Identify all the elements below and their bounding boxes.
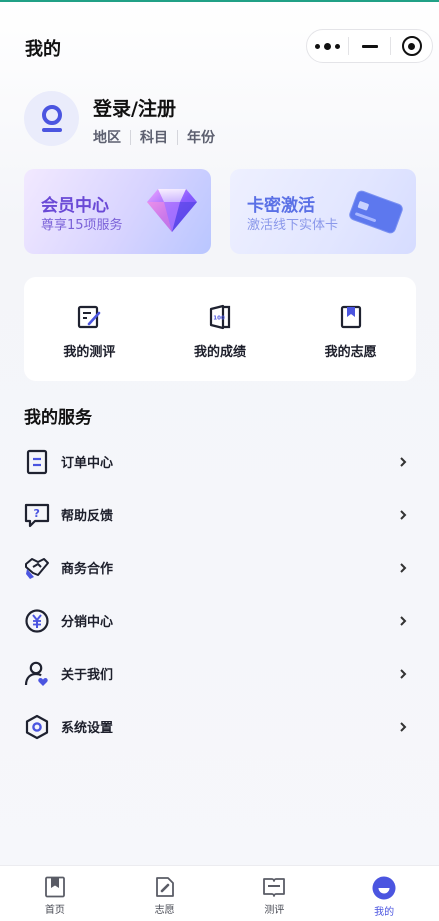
- quick-actions-panel: 我的测评 100 我的成绩 我的志愿: [24, 277, 416, 381]
- more-button[interactable]: [307, 30, 348, 62]
- service-item-orders[interactable]: 订单中心: [0, 435, 439, 488]
- key-card-subtitle: 激活线下实体卡: [247, 218, 339, 233]
- tab-evaluation[interactable]: 测评: [220, 866, 330, 921]
- my-wish-label: 我的志愿: [324, 345, 377, 360]
- my-score-label: 我的成绩: [194, 345, 247, 360]
- profile-tags: 地区 科目 年份: [93, 127, 215, 147]
- tab-label: 测评: [264, 905, 285, 916]
- my-evaluation-label: 我的测评: [63, 345, 116, 360]
- bookmark-icon: [340, 305, 361, 329]
- minimize-button[interactable]: [349, 30, 390, 62]
- user-avatar-icon: [41, 104, 62, 132]
- yen-coin-icon: [24, 608, 50, 634]
- hexagon-settings-icon: [24, 714, 50, 740]
- vip-center-card[interactable]: 会员中心 尊享15项服务: [24, 169, 211, 254]
- service-label: 商务合作: [61, 562, 114, 577]
- year-tag[interactable]: 年份: [187, 127, 215, 147]
- key-card-title: 卡密激活: [247, 196, 315, 216]
- login-register-link[interactable]: 登录/注册: [93, 94, 176, 121]
- service-item-distribution[interactable]: 分销中心: [0, 594, 439, 647]
- service-label: 关于我们: [61, 668, 114, 683]
- help-chat-icon: ?: [24, 502, 50, 528]
- card-activation-card[interactable]: 卡密激活 激活线下实体卡: [230, 169, 416, 254]
- service-label: 系统设置: [61, 721, 114, 736]
- my-score-button[interactable]: 100 我的成绩: [155, 277, 286, 381]
- miniprogram-capsule: [306, 29, 433, 63]
- score-door-icon: 100: [209, 304, 231, 330]
- chevron-right-icon: [400, 456, 407, 467]
- service-label: 订单中心: [61, 456, 114, 471]
- more-dots-icon: [315, 42, 340, 50]
- header: 我的: [0, 2, 439, 68]
- vip-card-title: 会员中心: [41, 196, 109, 216]
- tag-divider: [177, 129, 178, 145]
- test-book-icon: [263, 878, 286, 897]
- my-wish-button[interactable]: 我的志愿: [285, 277, 416, 381]
- service-item-settings[interactable]: 系统设置: [0, 700, 439, 753]
- tab-label: 志愿: [154, 905, 175, 916]
- close-button[interactable]: [391, 30, 432, 62]
- tab-label: 首页: [44, 905, 65, 916]
- user-heart-icon: [24, 661, 50, 687]
- chevron-right-icon: [400, 721, 407, 732]
- service-item-business[interactable]: 商务合作: [0, 541, 439, 594]
- svg-text:100: 100: [213, 316, 225, 322]
- service-item-help[interactable]: ? 帮助反馈: [0, 488, 439, 541]
- tag-divider: [130, 129, 131, 145]
- chevron-right-icon: [400, 509, 407, 520]
- service-label: 分销中心: [61, 615, 114, 630]
- tab-home[interactable]: 首页: [0, 866, 110, 921]
- subject-tag[interactable]: 科目: [140, 127, 168, 147]
- handshake-icon: [24, 555, 50, 581]
- services-list: 订单中心 ? 帮助反馈 商务合作 分销中心 关于我们 系统设置: [0, 435, 439, 753]
- order-list-icon: [24, 449, 50, 475]
- bottom-tab-bar: 首页 志愿 测评 我的: [0, 865, 439, 921]
- pen-doc-icon: [155, 877, 174, 897]
- tab-mine[interactable]: 我的: [329, 866, 439, 921]
- chevron-right-icon: [400, 615, 407, 626]
- vip-card-subtitle: 尊享15项服务: [41, 218, 123, 233]
- chevron-right-icon: [400, 668, 407, 679]
- service-item-about[interactable]: 关于我们: [0, 647, 439, 700]
- home-book-icon: [44, 876, 65, 898]
- tab-wish[interactable]: 志愿: [110, 866, 220, 921]
- services-section-title: 我的服务: [24, 408, 92, 428]
- diamond-icon: [147, 189, 197, 232]
- card-icon: [349, 190, 403, 234]
- minimize-icon: [361, 44, 378, 48]
- tab-label: 我的: [374, 907, 395, 918]
- close-target-icon: [401, 36, 422, 56]
- my-evaluation-button[interactable]: 我的测评: [24, 277, 155, 381]
- edit-note-icon: [78, 305, 101, 329]
- page-title: 我的: [25, 39, 61, 60]
- region-tag[interactable]: 地区: [93, 127, 121, 147]
- avatar[interactable]: [24, 91, 79, 146]
- chevron-right-icon: [400, 562, 407, 573]
- svg-text:?: ?: [34, 507, 40, 520]
- service-label: 帮助反馈: [61, 509, 114, 524]
- profile-icon: [372, 876, 396, 900]
